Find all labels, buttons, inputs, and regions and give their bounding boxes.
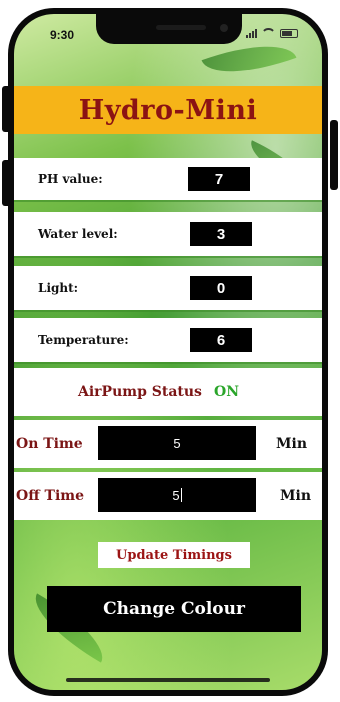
app-title: Hydro-Mini: [78, 94, 258, 126]
text-cursor: [180, 488, 182, 502]
battery-icon: [280, 28, 298, 38]
ph-value-row: PH value: 7: [14, 158, 322, 200]
camera-notch: [96, 14, 242, 44]
on-time-label: On Time: [16, 436, 83, 452]
water-level-label: Water level:: [38, 227, 118, 241]
update-timings-button[interactable]: Update Timings: [98, 542, 250, 568]
on-time-value: 5: [173, 435, 181, 451]
light-row: Light: 0: [14, 266, 322, 310]
air-pump-state: ON: [214, 384, 239, 400]
temperature-label: Temperature:: [38, 333, 129, 347]
app-screen: 9:30 Hydro-Mini PH value: 7 Water level:…: [14, 14, 322, 690]
off-time-label: Off Time: [16, 488, 85, 504]
off-time-value: 5: [172, 487, 180, 503]
on-time-input[interactable]: 5: [98, 426, 256, 460]
front-camera: [220, 24, 228, 32]
light-label: Light:: [38, 281, 79, 295]
wifi-icon: [261, 28, 276, 38]
speaker-grille: [156, 25, 206, 30]
temperature-display: 6: [190, 328, 252, 352]
ph-value-display: 7: [188, 167, 250, 191]
air-pump-label: AirPump Status: [78, 384, 202, 400]
on-time-row: On Time 5 Min: [14, 420, 322, 468]
light-display: 0: [190, 276, 252, 300]
water-level-row: Water level: 3: [14, 212, 322, 256]
change-colour-button[interactable]: Change Colour: [47, 586, 301, 632]
home-indicator[interactable]: [66, 678, 270, 682]
water-level-display: 3: [190, 222, 252, 246]
status-time: 9:30: [50, 28, 75, 42]
off-time-unit: Min: [280, 488, 311, 504]
app-header: Hydro-Mini: [14, 86, 322, 134]
off-time-input[interactable]: 5: [98, 478, 256, 512]
ph-value-label: PH value:: [38, 172, 103, 186]
status-icons: [246, 28, 298, 38]
temperature-row: Temperature: 6: [14, 318, 322, 362]
power-side-button: [330, 120, 338, 190]
signal-icon: [246, 28, 257, 38]
off-time-row: Off Time 5 Min: [14, 472, 322, 520]
air-pump-status-row: AirPump Status ON: [14, 368, 322, 416]
on-time-unit: Min: [276, 436, 307, 452]
